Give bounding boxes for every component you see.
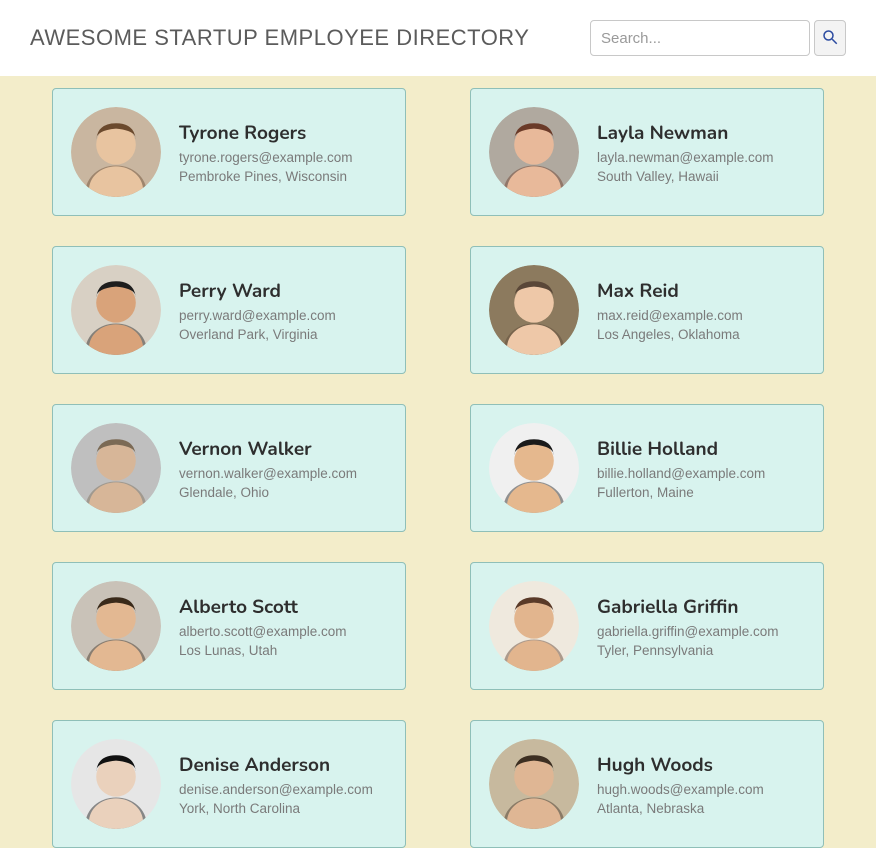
employee-card[interactable]: Tyrone Rogers tyrone.rogers@example.com Pe… — [52, 88, 406, 216]
employee-name: Max Reid — [597, 278, 805, 304]
search-icon — [821, 28, 839, 49]
employee-location: South Valley, Hawaii — [597, 169, 805, 184]
employee-email: vernon.walker@example.com — [179, 466, 387, 481]
employee-grid: Tyrone Rogers tyrone.rogers@example.com Pe… — [28, 88, 848, 848]
employee-location: Glendale, Ohio — [179, 485, 387, 500]
directory: Tyrone Rogers tyrone.rogers@example.com Pe… — [0, 76, 876, 848]
employee-email: perry.ward@example.com — [179, 308, 387, 323]
employee-email: billie.holland@example.com — [597, 466, 805, 481]
header: AWESOME STARTUP EMPLOYEE DIRECTORY — [0, 0, 876, 76]
employee-info: Vernon Walker vernon.walker@example.com Gl… — [179, 436, 387, 500]
avatar — [71, 581, 161, 671]
search-input[interactable] — [590, 20, 810, 56]
employee-location: Los Angeles, Oklahoma — [597, 327, 805, 342]
employee-name: Layla Newman — [597, 120, 805, 146]
employee-card[interactable]: Vernon Walker vernon.walker@example.com Gl… — [52, 404, 406, 532]
avatar — [71, 423, 161, 513]
avatar — [489, 739, 579, 829]
employee-info: Billie Holland billie.holland@example.com… — [597, 436, 805, 500]
employee-info: Perry Ward perry.ward@example.com Overland… — [179, 278, 387, 342]
employee-email: layla.newman@example.com — [597, 150, 805, 165]
avatar — [489, 581, 579, 671]
employee-info: Denise Anderson denise.anderson@example.c… — [179, 752, 387, 816]
employee-location: Los Lunas, Utah — [179, 643, 387, 658]
employee-info: Hugh Woods hugh.woods@example.com Atlanta,… — [597, 752, 805, 816]
employee-email: denise.anderson@example.com — [179, 782, 387, 797]
employee-location: Atlanta, Nebraska — [597, 801, 805, 816]
employee-location: Pembroke Pines, Wisconsin — [179, 169, 387, 184]
employee-info: Alberto Scott alberto.scott@example.com Lo… — [179, 594, 387, 658]
employee-card[interactable]: Denise Anderson denise.anderson@example.c… — [52, 720, 406, 848]
employee-email: hugh.woods@example.com — [597, 782, 805, 797]
employee-name: Hugh Woods — [597, 752, 805, 778]
avatar — [71, 265, 161, 355]
employee-card[interactable]: Perry Ward perry.ward@example.com Overland… — [52, 246, 406, 374]
employee-email: alberto.scott@example.com — [179, 624, 387, 639]
employee-location: Tyler, Pennsylvania — [597, 643, 805, 658]
avatar — [71, 107, 161, 197]
avatar — [489, 423, 579, 513]
employee-info: Layla Newman layla.newman@example.com Sout… — [597, 120, 805, 184]
employee-name: Billie Holland — [597, 436, 805, 462]
employee-name: Perry Ward — [179, 278, 387, 304]
employee-card[interactable]: Billie Holland billie.holland@example.com… — [470, 404, 824, 532]
avatar — [489, 107, 579, 197]
employee-location: Overland Park, Virginia — [179, 327, 387, 342]
employee-name: Denise Anderson — [179, 752, 387, 778]
employee-card[interactable]: Alberto Scott alberto.scott@example.com Lo… — [52, 562, 406, 690]
search — [590, 20, 846, 56]
employee-info: Tyrone Rogers tyrone.rogers@example.com Pe… — [179, 120, 387, 184]
employee-name: Vernon Walker — [179, 436, 387, 462]
page-title: AWESOME STARTUP EMPLOYEE DIRECTORY — [30, 25, 529, 51]
employee-name: Gabriella Griffin — [597, 594, 805, 620]
employee-name: Tyrone Rogers — [179, 120, 387, 146]
avatar — [489, 265, 579, 355]
employee-email: gabriella.griffin@example.com — [597, 624, 805, 639]
avatar — [71, 739, 161, 829]
employee-info: Max Reid max.reid@example.com Los Angeles,… — [597, 278, 805, 342]
employee-email: max.reid@example.com — [597, 308, 805, 323]
employee-card[interactable]: Layla Newman layla.newman@example.com Sout… — [470, 88, 824, 216]
employee-name: Alberto Scott — [179, 594, 387, 620]
employee-location: York, North Carolina — [179, 801, 387, 816]
employee-location: Fullerton, Maine — [597, 485, 805, 500]
search-button[interactable] — [814, 20, 846, 56]
employee-card[interactable]: Hugh Woods hugh.woods@example.com Atlanta,… — [470, 720, 824, 848]
employee-email: tyrone.rogers@example.com — [179, 150, 387, 165]
employee-info: Gabriella Griffin gabriella.griffin@examp… — [597, 594, 805, 658]
employee-card[interactable]: Gabriella Griffin gabriella.griffin@examp… — [470, 562, 824, 690]
employee-card[interactable]: Max Reid max.reid@example.com Los Angeles,… — [470, 246, 824, 374]
